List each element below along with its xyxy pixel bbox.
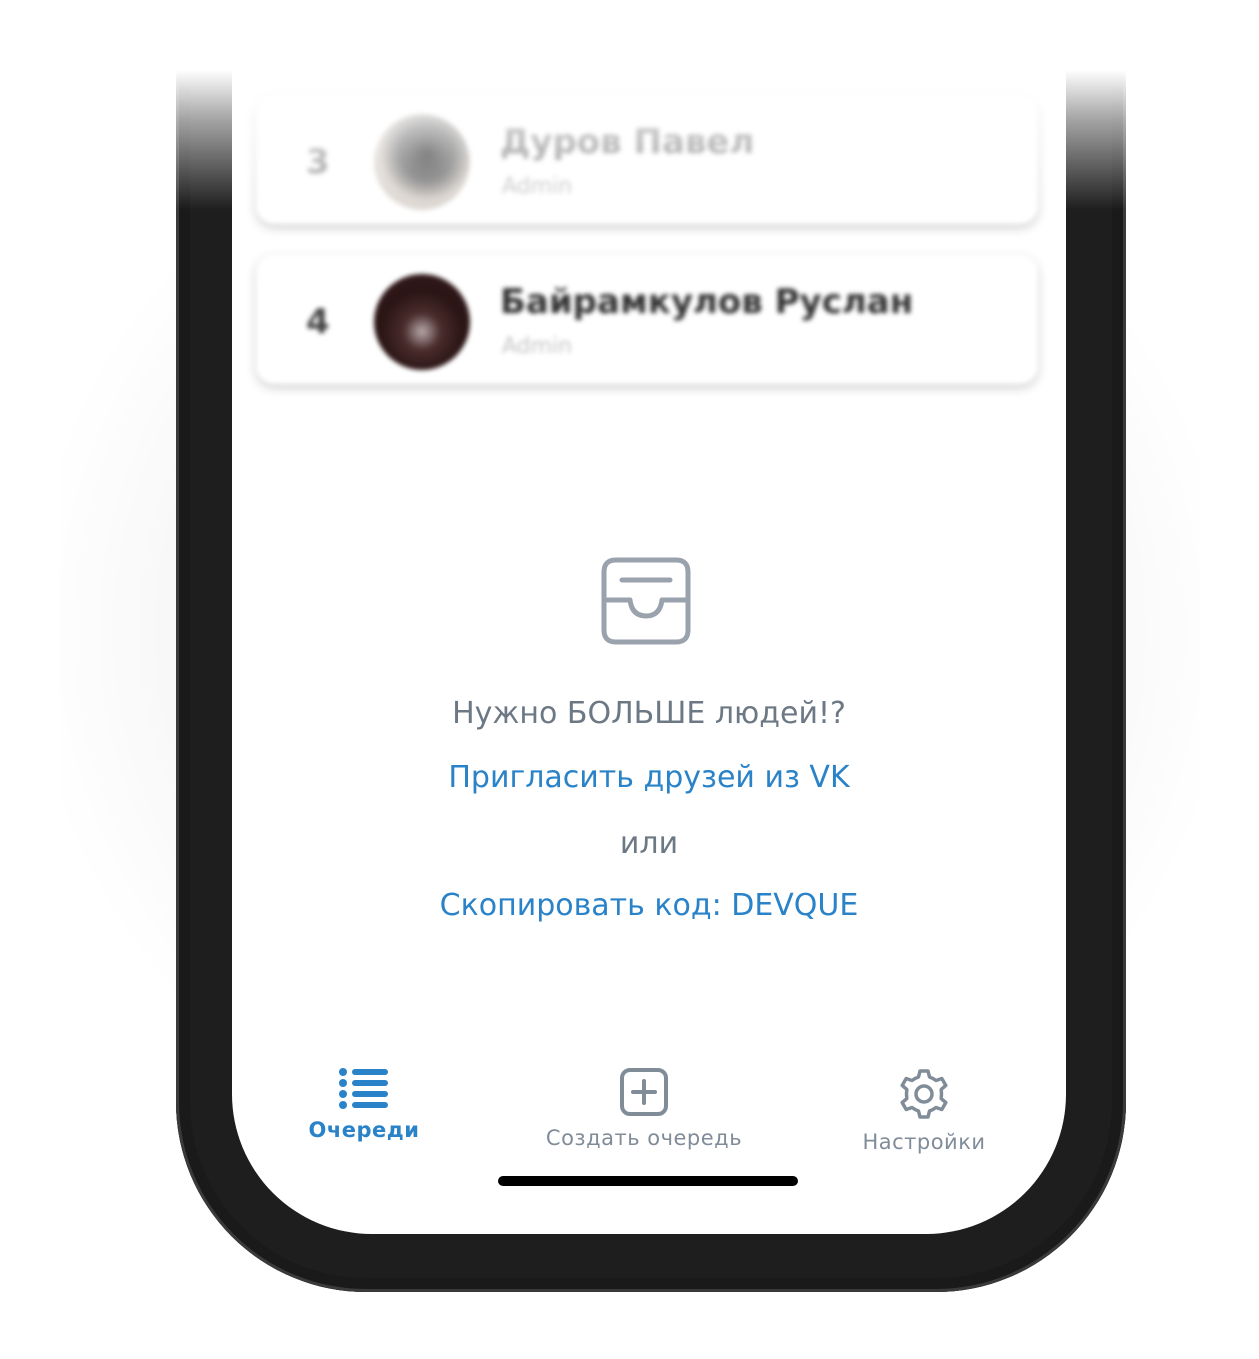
tab-queues[interactable]: Очереди — [234, 1066, 494, 1142]
add-square-icon — [514, 1066, 774, 1118]
empty-state-prompt: Нужно БОЛЬШЕ людей!? — [452, 696, 846, 731]
list-icon — [234, 1066, 494, 1110]
phone-frame: 3 Дуров Павел Admin 4 Байрамкулов Руслан… — [176, 70, 1126, 1292]
tab-label: Создать очередь — [545, 1126, 743, 1150]
inbox-icon — [596, 552, 696, 652]
avatar — [374, 274, 470, 370]
avatar — [374, 114, 470, 210]
tab-create-queue[interactable]: Создать очередь — [514, 1066, 774, 1150]
member-name: Дуров Павел — [500, 122, 755, 162]
member-role: Admin — [502, 174, 573, 199]
tab-label: Очереди — [308, 1118, 420, 1142]
member-position: 4 — [306, 302, 330, 342]
app-screen: 3 Дуров Павел Admin 4 Байрамкулов Руслан… — [232, 70, 1066, 1234]
tab-settings[interactable]: Настройки — [794, 1066, 1054, 1154]
member-position: 3 — [306, 142, 330, 182]
home-indicator[interactable] — [498, 1176, 798, 1186]
copy-code-link[interactable]: Скопировать код: DEVQUE — [232, 888, 1066, 923]
member-card[interactable]: 4 Байрамкулов Руслан Admin — [256, 254, 1038, 384]
tab-label: Настройки — [862, 1130, 986, 1154]
or-separator: или — [619, 826, 679, 861]
member-name: Байрамкулов Руслан — [500, 282, 914, 322]
gear-icon — [794, 1066, 1054, 1122]
member-card[interactable]: 3 Дуров Павел Admin — [256, 94, 1038, 224]
invite-friends-link[interactable]: Пригласить друзей из VK — [232, 760, 1066, 795]
member-role: Admin — [502, 334, 573, 359]
